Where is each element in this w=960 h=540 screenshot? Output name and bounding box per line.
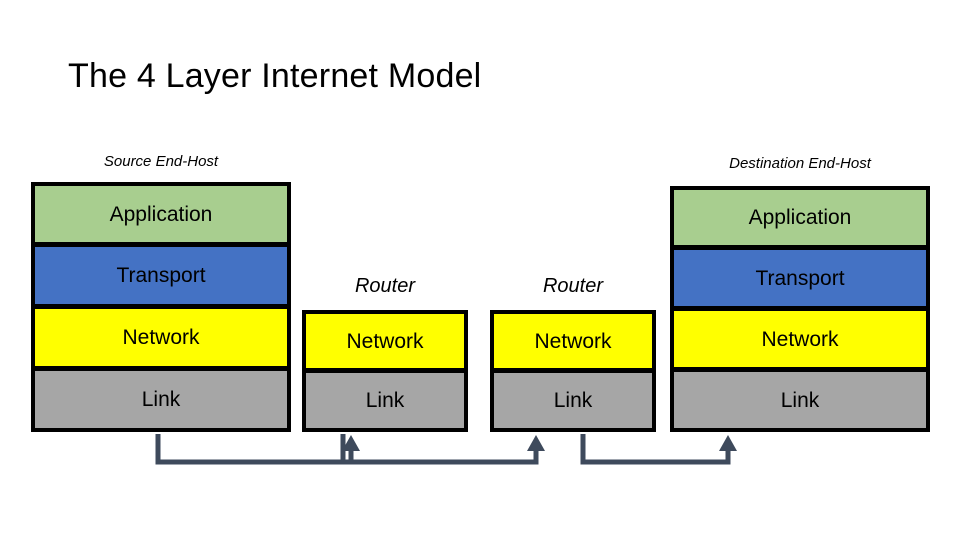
slide-canvas: The 4 Layer Internet Model Source End-Ho…: [0, 0, 960, 540]
layer-label: Transport: [755, 266, 845, 290]
source-end-host-label: Source End-Host: [103, 153, 219, 170]
stack-router-1: Network Link: [302, 310, 468, 434]
layer-link-destination[interactable]: Link: [670, 369, 930, 432]
layer-label: Application: [109, 202, 213, 226]
layer-network-router-1[interactable]: Network: [302, 310, 468, 372]
stack-destination-end-host: Application Transport Network Link: [670, 186, 930, 438]
arrowhead-icon: [527, 435, 545, 451]
layer-application-source[interactable]: Application: [31, 182, 291, 246]
layer-label: Link: [141, 388, 181, 411]
router-1-label: Router: [354, 275, 416, 297]
connector-path: [340, 434, 539, 465]
layer-link-router-1[interactable]: Link: [302, 370, 468, 432]
connector-router-2-to-destination: [575, 434, 740, 470]
layer-label: Network: [122, 326, 200, 349]
connector-router-1-to-router-2: [335, 434, 555, 470]
layer-label: Transport: [116, 264, 206, 287]
connector-path: [155, 434, 354, 465]
layer-label: Link: [553, 389, 593, 412]
layer-link-router-2[interactable]: Link: [490, 370, 656, 432]
layer-transport-source[interactable]: Transport: [31, 244, 291, 308]
layer-network-router-2[interactable]: Network: [490, 310, 656, 372]
layer-transport-destination[interactable]: Transport: [670, 247, 930, 310]
stack-router-2: Network Link: [490, 310, 656, 434]
layer-label: Application: [748, 206, 852, 229]
layer-label: Link: [780, 388, 820, 412]
layer-label: Network: [534, 329, 612, 353]
layer-label: Network: [346, 329, 424, 353]
layer-label: Network: [761, 327, 839, 351]
layer-label: Link: [365, 389, 405, 412]
arrowhead-icon: [719, 435, 737, 451]
stack-source-end-host: Application Transport Network Link: [31, 182, 291, 438]
layer-network-destination[interactable]: Network: [670, 308, 930, 371]
page-title: The 4 Layer Internet Model: [68, 57, 482, 95]
layer-network-source[interactable]: Network: [31, 306, 291, 370]
destination-end-host-label: Destination End-Host: [729, 155, 871, 172]
layer-application-destination[interactable]: Application: [670, 186, 930, 249]
connector-path: [580, 434, 731, 465]
router-2-label: Router: [542, 275, 604, 297]
layer-link-source[interactable]: Link: [31, 368, 291, 432]
